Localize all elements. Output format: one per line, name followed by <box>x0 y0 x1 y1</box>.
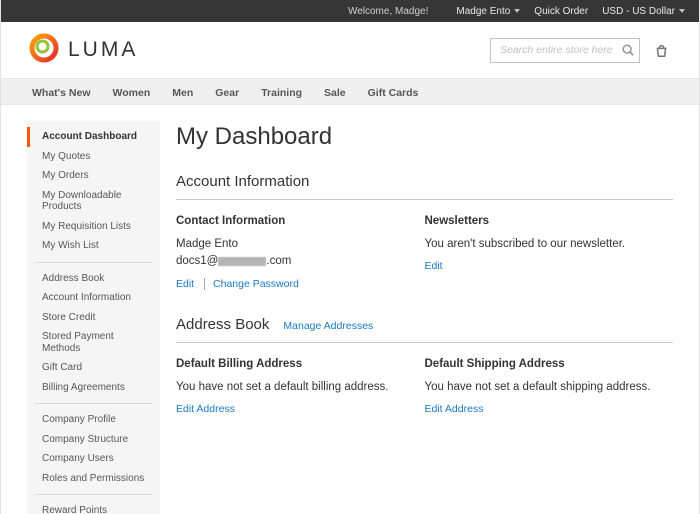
main-nav: What's New Women Men Gear Training Sale Gift C… <box>1 78 699 105</box>
welcome-message: Welcome, Madge! <box>347 5 429 17</box>
sidebar-item-store-credit[interactable]: Store Credit <box>27 308 160 328</box>
account-information-section-head: Account Information <box>176 173 673 200</box>
sidebar-item-account-dashboard[interactable]: Account Dashboard <box>27 127 160 147</box>
sidebar-divider <box>35 403 152 404</box>
newsletters-block: Newsletters You aren't subscribed to our… <box>425 215 674 290</box>
header: LUMA <box>1 22 699 78</box>
account-sidebar: Account Dashboard My Quotes My Orders My Do… <box>27 121 160 514</box>
edit-contact-link[interactable]: Edit <box>176 278 194 290</box>
account-information-title: Account Information <box>176 173 310 190</box>
default-shipping-title: Default Shipping Address <box>424 357 565 370</box>
address-book-title: Address Book <box>176 315 270 333</box>
default-billing-title: Default Billing Address <box>176 357 303 370</box>
edit-shipping-address-link[interactable]: Edit Address <box>425 403 484 415</box>
page-title: My Dashboard <box>176 123 333 150</box>
sidebar-item-address-book[interactable]: Address Book <box>27 269 160 289</box>
nav-item-men[interactable]: Men <box>161 79 204 104</box>
topbar-links: Madge Ento Quick Order USD - US Dollar <box>442 6 685 17</box>
nav-item-gear[interactable]: Gear <box>204 79 250 104</box>
manage-addresses-link[interactable]: Manage Addresses <box>283 320 373 332</box>
sidebar-item-stored-payment-methods[interactable]: Stored Payment Methods <box>27 327 160 358</box>
sidebar-item-company-users[interactable]: Company Users <box>27 449 160 469</box>
contact-information-title: Contact Information <box>176 215 286 227</box>
newsletters-title: Newsletters <box>424 215 490 227</box>
address-book-section-head: Address Book Manage Addresses <box>176 316 673 343</box>
contact-links: Edit Change Password <box>176 277 405 290</box>
sidebar-item-gift-card[interactable]: Gift Card <box>27 358 160 378</box>
change-password-link[interactable]: Change Password <box>204 277 299 290</box>
sidebar-item-my-orders[interactable]: My Orders <box>27 166 160 186</box>
sidebar-item-my-wish-list[interactable]: My Wish List <box>27 236 160 256</box>
default-shipping-status: You have not set a default shipping addr… <box>424 380 651 393</box>
store-logo[interactable]: LUMA <box>29 33 138 68</box>
main-area: My Dashboard Account Information Contact… <box>160 121 673 514</box>
sidebar-item-my-requisition-lists[interactable]: My Requisition Lists <box>27 217 160 237</box>
sidebar-item-company-structure[interactable]: Company Structure <box>27 430 160 450</box>
nav-item-gift-cards[interactable]: Gift Cards <box>357 79 430 104</box>
contact-information-block: Contact Information Madge Ento docs1@ .co… <box>176 215 425 290</box>
page: Welcome, Madge! Madge Ento Quick Order USD… <box>0 0 700 514</box>
sidebar-item-reward-points[interactable]: Reward Points <box>27 501 160 514</box>
search-box <box>490 37 640 63</box>
cart-icon[interactable] <box>652 40 671 60</box>
newsletters-status: You aren't subscribed to our newsletter. <box>424 238 626 250</box>
default-billing-status: You have not set a default billing addre… <box>176 380 389 393</box>
chevron-down-icon <box>679 8 685 13</box>
nav-item-what-s-new[interactable]: What's New <box>21 79 102 104</box>
nav-item-sale[interactable]: Sale <box>313 79 357 104</box>
sidebar-item-company-profile[interactable]: Company Profile <box>27 410 160 430</box>
topbar-link-usd-us-dollar[interactable]: USD - US Dollar <box>602 6 685 17</box>
address-book-blocks: Default Billing Address You have not set… <box>176 358 673 415</box>
email-prefix: docs1@ <box>176 255 219 268</box>
sidebar-item-billing-agreements[interactable]: Billing Agreements <box>27 378 160 398</box>
sidebar-item-account-information[interactable]: Account Information <box>27 288 160 308</box>
search-input[interactable] <box>490 37 640 63</box>
default-billing-block: Default Billing Address You have not set… <box>176 358 425 415</box>
default-shipping-block: Default Shipping Address You have not se… <box>425 358 674 415</box>
sidebar-item-my-quotes[interactable]: My Quotes <box>27 147 160 167</box>
sidebar-item-my-downloadable-products[interactable]: My Downloadable Products <box>27 186 160 217</box>
topbar-link-madge-ento[interactable]: Madge Ento <box>456 6 521 17</box>
nav-item-women[interactable]: Women <box>102 79 162 104</box>
email-redacted <box>218 256 267 266</box>
luma-logo-icon <box>29 33 59 68</box>
topbar-link-quick-order[interactable]: Quick Order <box>534 6 588 17</box>
email-suffix: .com <box>266 255 292 268</box>
edit-newsletters-link[interactable]: Edit <box>425 260 443 272</box>
sidebar-divider <box>35 494 152 495</box>
sidebar-divider <box>35 261 152 263</box>
sidebar-item-roles-and-permissions[interactable]: Roles and Permissions <box>27 469 160 489</box>
edit-billing-address-link[interactable]: Edit Address <box>176 403 235 415</box>
contact-name: Madge Ento <box>176 238 239 250</box>
nav-item-training[interactable]: Training <box>250 79 313 104</box>
contact-email: docs1@ .com <box>176 253 405 270</box>
logo-text: LUMA <box>68 38 139 61</box>
search-icon[interactable] <box>621 43 635 57</box>
content: Account Dashboard My Quotes My Orders My Do… <box>1 105 699 514</box>
top-bar: Welcome, Madge! Madge Ento Quick Order USD… <box>1 0 699 22</box>
chevron-down-icon <box>514 8 521 13</box>
account-information-blocks: Contact Information Madge Ento docs1@ .co… <box>176 215 673 290</box>
